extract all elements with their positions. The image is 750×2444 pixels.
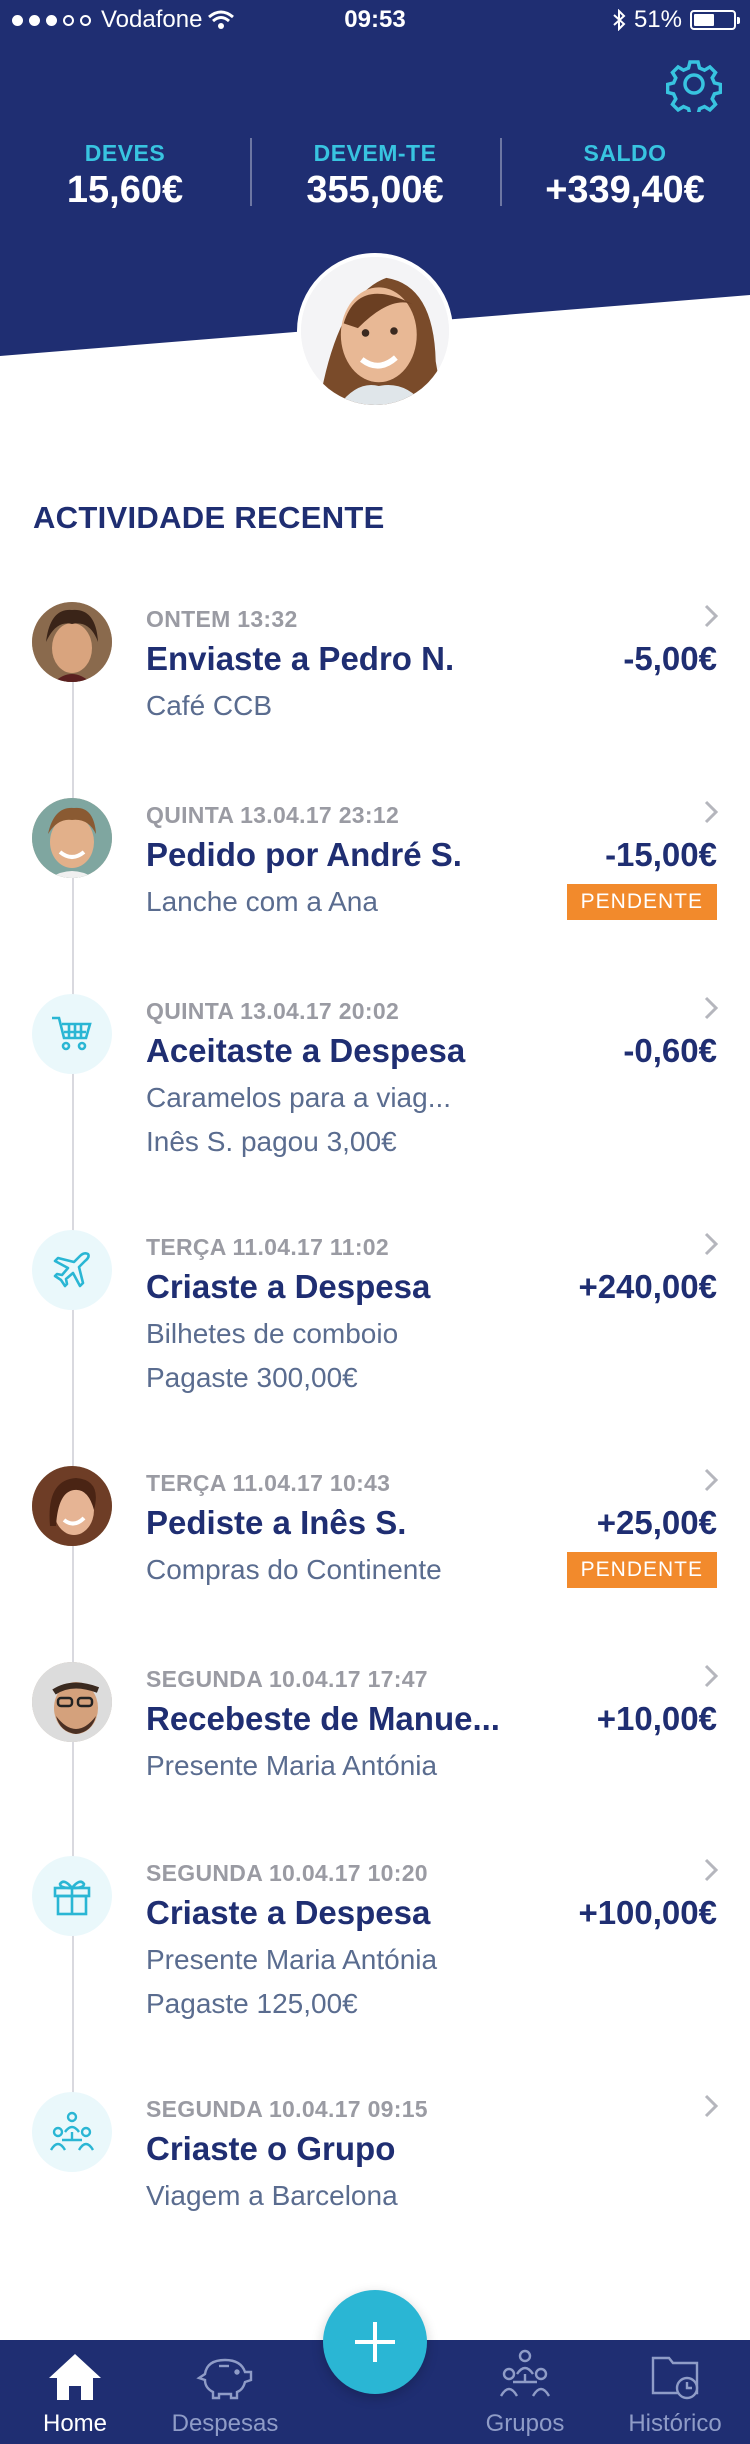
battery-area: 51% [612, 6, 740, 34]
activity-amount: +25,00€ [596, 1504, 717, 1541]
activity-amount: -5,00€ [623, 640, 717, 677]
gift-icon [32, 1856, 112, 1936]
chevron-right-icon [704, 996, 719, 1020]
activity-title: Criaste o Grupo [146, 2130, 396, 2167]
chevron-right-icon [704, 800, 719, 824]
activity-subtitle: Bilhetes de comboio [146, 1318, 399, 1349]
activity-subtitle: Café CCB [146, 690, 273, 721]
activity-amount: +240,00€ [578, 1268, 717, 1305]
activity-item[interactable]: SEGUNDA 10.04.17 17:47 Recebeste de Manu… [0, 1662, 750, 1812]
balance-label: DEVES [84, 140, 166, 166]
tab-home[interactable]: Home [0, 2340, 150, 2444]
activity-subtitle: Presente Maria Antónia [146, 1944, 438, 1975]
activity-subtitle: Viagem a Barcelona [146, 2180, 398, 2211]
chevron-right-icon [704, 1232, 719, 1256]
activity-detail: Inês S. pagou 3,00€ [146, 1126, 397, 1157]
activity-amount: -0,60€ [623, 1032, 717, 1069]
avatar-pedro [32, 602, 112, 682]
activity-item[interactable]: SEGUNDA 10.04.17 09:15 Criaste o Grupo V… [0, 2092, 750, 2242]
tab-label: Histórico [628, 2410, 722, 2437]
add-button[interactable] [323, 2290, 427, 2394]
activity-subtitle: Presente Maria Antónia [146, 1750, 438, 1781]
bluetooth-icon [613, 9, 626, 31]
chevron-right-icon [704, 1468, 719, 1492]
activity-item[interactable]: ONTEM 13:32 Enviaste a Pedro N. Café CCB… [0, 602, 750, 752]
tab-grupos[interactable]: Grupos [450, 2340, 600, 2444]
activity-date: TERÇA 11.04.17 11:02 [146, 1234, 389, 1260]
balance-value: 355,00€ [306, 169, 444, 211]
balance-label: DEVEM-TE [313, 140, 437, 166]
activity-item[interactable]: QUINTA 13.04.17 23:12 Pedido por André S… [0, 798, 750, 948]
group-icon [32, 2092, 112, 2172]
group-icon [499, 2349, 551, 2397]
activity-title: Recebeste de Manue... [146, 1700, 500, 1737]
activity-date: SEGUNDA 10.04.17 09:15 [146, 2096, 428, 2122]
home-icon [49, 2354, 101, 2400]
balance-owed[interactable]: DEVES 15,60€ [0, 140, 250, 212]
activity-date: TERÇA 11.04.17 10:43 [146, 1470, 391, 1496]
pending-badge: PENDENTE [566, 1552, 717, 1588]
avatar-andre [32, 798, 112, 878]
status-bar: Vodafone 09:53 51% [0, 0, 750, 40]
settings-gear-icon[interactable] [666, 56, 722, 112]
activity-detail: Pagaste 125,00€ [146, 1988, 358, 2019]
balance-owed-to-you[interactable]: DEVEM-TE 355,00€ [250, 138, 500, 212]
tab-label: Grupos [485, 2410, 565, 2437]
chevron-right-icon [704, 1858, 719, 1882]
activity-date: SEGUNDA 10.04.17 17:47 [146, 1666, 428, 1692]
airplane-icon [32, 1230, 112, 1310]
balance-total[interactable]: SALDO +339,40€ [500, 138, 750, 212]
activity-item[interactable]: QUINTA 13.04.17 20:02 Aceitaste a Despes… [0, 994, 750, 1184]
balance-label: SALDO [583, 140, 667, 166]
chevron-right-icon [704, 2094, 719, 2118]
avatar-manuel [32, 1662, 112, 1742]
activity-subtitle: Lanche com a Ana [146, 886, 378, 917]
activity-title: Criaste a Despesa [146, 1894, 431, 1931]
activity-amount: +100,00€ [578, 1894, 717, 1931]
activity-item[interactable]: TERÇA 11.04.17 11:02 Criaste a Despesa B… [0, 1230, 750, 1420]
activity-subtitle: Caramelos para a viag... [146, 1082, 452, 1113]
avatar-ines [32, 1466, 112, 1546]
activity-amount: -15,00€ [605, 836, 717, 873]
activity-date: QUINTA 13.04.17 23:12 [146, 802, 400, 828]
chevron-right-icon [704, 604, 719, 628]
activity-date: QUINTA 13.04.17 20:02 [146, 998, 400, 1024]
history-folder-icon [651, 2356, 699, 2400]
activity-title: Pediste a Inês S. [146, 1504, 407, 1541]
tab-historico[interactable]: Histórico [600, 2340, 750, 2444]
pending-badge: PENDENTE [566, 884, 717, 920]
balance-value: +339,40€ [545, 169, 705, 211]
balance-summary: DEVES 15,60€ DEVEM-TE 355,00€ SALDO +339… [0, 138, 750, 212]
section-title: ACTIVIDADE RECENTE [33, 500, 385, 535]
battery-percent: 51% [633, 6, 682, 33]
shopping-cart-icon [32, 994, 112, 1074]
plus-icon [355, 2322, 395, 2362]
balance-value: 15,60€ [66, 169, 184, 211]
activity-amount: +10,00€ [596, 1700, 717, 1737]
activity-date: ONTEM 13:32 [146, 606, 298, 632]
tab-label: Despesas [171, 2410, 279, 2437]
activity-item[interactable]: SEGUNDA 10.04.17 10:20 Criaste a Despesa… [0, 1856, 750, 2046]
chevron-right-icon [704, 1664, 719, 1688]
tab-despesas[interactable]: Despesas [150, 2340, 300, 2444]
activity-title: Enviaste a Pedro N. [146, 640, 455, 677]
activity-detail: Pagaste 300,00€ [146, 1362, 358, 1393]
activity-title: Aceitaste a Despesa [146, 1032, 466, 1069]
profile-avatar[interactable] [297, 253, 453, 409]
piggy-bank-icon [196, 2358, 253, 2400]
battery-icon [690, 10, 740, 30]
activity-title: Criaste a Despesa [146, 1268, 431, 1305]
activity-date: SEGUNDA 10.04.17 10:20 [146, 1860, 428, 1886]
activity-item[interactable]: TERÇA 11.04.17 10:43 Pediste a Inês S. C… [0, 1466, 750, 1616]
activity-subtitle: Compras do Continente [146, 1554, 442, 1585]
activity-title: Pedido por André S. [146, 836, 462, 873]
tab-label: Home [42, 2410, 108, 2437]
